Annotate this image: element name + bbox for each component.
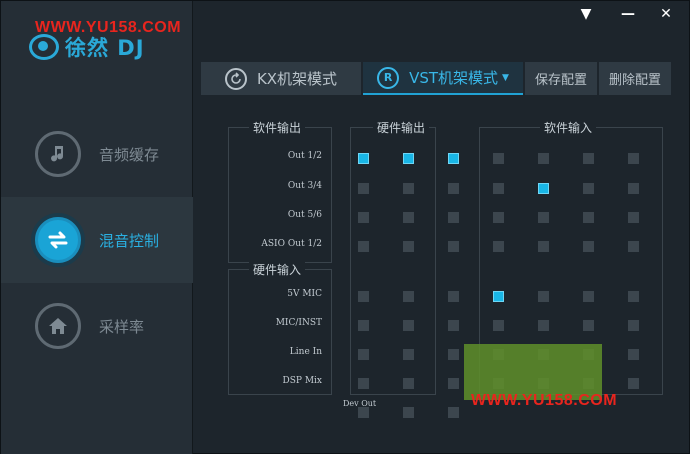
routing-toggle-hw-out[interactable]: [358, 153, 369, 164]
close-button[interactable]: ✕: [653, 4, 679, 24]
save-config-button[interactable]: 保存配置: [525, 62, 597, 95]
sidebar-item-label: 采样率: [99, 317, 145, 336]
routing-toggle-hw-out[interactable]: [448, 183, 459, 194]
app-window: 徐然 DJ 音频缓存 混音控制 采样率 WWW.YU158.COM ▼ — ✕: [0, 0, 690, 454]
music-download-icon: [35, 131, 81, 177]
group-title: 软件输出: [249, 119, 306, 136]
tab-vst-rack-mode[interactable]: R VST机架模式 ▼: [363, 62, 523, 95]
group-title: 软件输入: [540, 119, 597, 136]
row-label: ASIO Out 1/2: [261, 239, 322, 249]
routing-toggle-sw-in[interactable]: [628, 241, 639, 252]
routing-toggle-sw-in[interactable]: [583, 212, 594, 223]
routing-toggle-hw-out[interactable]: [358, 349, 369, 360]
row-label: 5V MIC: [287, 289, 322, 299]
sidebar: 徐然 DJ 音频缓存 混音控制 采样率: [1, 1, 193, 454]
delete-config-button[interactable]: 删除配置: [599, 62, 671, 95]
registered-icon: R: [377, 66, 400, 89]
routing-toggle-sw-in[interactable]: [538, 183, 549, 194]
routing-toggle-hw-out[interactable]: [403, 183, 414, 194]
routing-toggle-hw-out[interactable]: [403, 291, 414, 302]
tab-kx-rack-mode[interactable]: KX机架模式: [201, 62, 361, 95]
routing-toggle-hw-out[interactable]: [448, 153, 459, 164]
routing-toggle-sw-in[interactable]: [493, 320, 504, 331]
routing-toggle-hw-out[interactable]: [358, 183, 369, 194]
routing-toggle-sw-in[interactable]: [493, 241, 504, 252]
routing-toggle-hw-out[interactable]: [358, 241, 369, 252]
routing-toggle-hw-out[interactable]: [358, 378, 369, 389]
routing-toggle-hw-out[interactable]: [403, 378, 414, 389]
menu-dropdown-button[interactable]: ▼: [573, 4, 599, 24]
routing-toggle-hw-out[interactable]: [358, 291, 369, 302]
chevron-down-icon[interactable]: ▼: [502, 73, 509, 83]
sidebar-item-audio-buffer[interactable]: 音频缓存: [1, 111, 193, 197]
routing-toggle-sw-in[interactable]: [628, 320, 639, 331]
group-title: 硬件输出: [373, 119, 430, 136]
routing-toggle-sw-in[interactable]: [583, 183, 594, 194]
routing-toggle-hw-out[interactable]: [403, 320, 414, 331]
routing-toggle-hw-out[interactable]: [448, 407, 459, 418]
routing-toggle-hw-out[interactable]: [403, 349, 414, 360]
watermark-text: WWW.YU158.COM: [35, 19, 182, 36]
routing-toggle-hw-out[interactable]: [358, 212, 369, 223]
minimize-button[interactable]: —: [615, 4, 641, 24]
mode-tabbar: KX机架模式 R VST机架模式 ▼ 保存配置 删除配置: [201, 62, 685, 95]
routing-toggle-hw-out[interactable]: [448, 378, 459, 389]
row-label: Out 3/4: [287, 181, 322, 191]
routing-toggle-sw-in[interactable]: [538, 241, 549, 252]
routing-toggle-sw-in[interactable]: [538, 320, 549, 331]
routing-toggle-sw-in[interactable]: [493, 183, 504, 194]
routing-toggle-hw-out[interactable]: [448, 241, 459, 252]
routing-toggle-hw-out[interactable]: [358, 407, 369, 418]
routing-toggle-sw-in[interactable]: [583, 153, 594, 164]
routing-toggle-sw-in[interactable]: [628, 212, 639, 223]
routing-toggle-sw-in[interactable]: [538, 212, 549, 223]
routing-toggle-sw-in[interactable]: [628, 349, 639, 360]
routing-toggle-hw-out[interactable]: [403, 241, 414, 252]
routing-toggle-sw-in[interactable]: [493, 212, 504, 223]
tab-label: VST机架模式: [409, 69, 499, 87]
routing-toggle-sw-in[interactable]: [493, 153, 504, 164]
routing-toggle-hw-out[interactable]: [403, 212, 414, 223]
routing-toggle-sw-in[interactable]: [628, 183, 639, 194]
tab-label: KX机架模式: [256, 70, 338, 88]
routing-toggle-sw-in[interactable]: [583, 241, 594, 252]
routing-toggle-hw-out[interactable]: [448, 212, 459, 223]
routing-toggle-hw-out[interactable]: [448, 349, 459, 360]
home-icon: [35, 303, 81, 349]
routing-toggle-hw-out[interactable]: [403, 153, 414, 164]
sidebar-item-sample-rate[interactable]: 采样率: [1, 283, 193, 369]
refresh-icon: [224, 67, 247, 90]
row-label: DSP Mix: [282, 376, 322, 386]
sidebar-item-mix-control[interactable]: 混音控制: [1, 197, 193, 283]
logo-icon: [29, 34, 59, 60]
routing-toggle-sw-in[interactable]: [628, 291, 639, 302]
sidebar-item-label: 音频缓存: [99, 145, 160, 164]
routing-toggle-sw-in[interactable]: [583, 320, 594, 331]
row-label: Out 5/6: [287, 210, 322, 220]
routing-toggle-sw-in[interactable]: [538, 291, 549, 302]
watermark-text: WWW.YU158.COM: [471, 392, 618, 409]
row-label: Line In: [289, 347, 322, 357]
sidebar-item-label: 混音控制: [99, 231, 160, 250]
routing-toggle-hw-out[interactable]: [358, 320, 369, 331]
swap-arrows-icon: [35, 217, 81, 263]
routing-toggle-sw-in[interactable]: [628, 378, 639, 389]
row-label: MIC/INST: [275, 318, 322, 328]
routing-toggle-hw-out[interactable]: [448, 291, 459, 302]
routing-toggle-sw-in[interactable]: [493, 291, 504, 302]
row-label: Out 1/2: [287, 151, 322, 161]
group-title: 硬件输入: [249, 261, 306, 278]
routing-toggle-hw-out[interactable]: [448, 320, 459, 331]
routing-toggle-sw-in[interactable]: [628, 153, 639, 164]
routing-toggle-hw-out[interactable]: [403, 407, 414, 418]
routing-toggle-sw-in[interactable]: [538, 153, 549, 164]
routing-toggle-sw-in[interactable]: [583, 291, 594, 302]
